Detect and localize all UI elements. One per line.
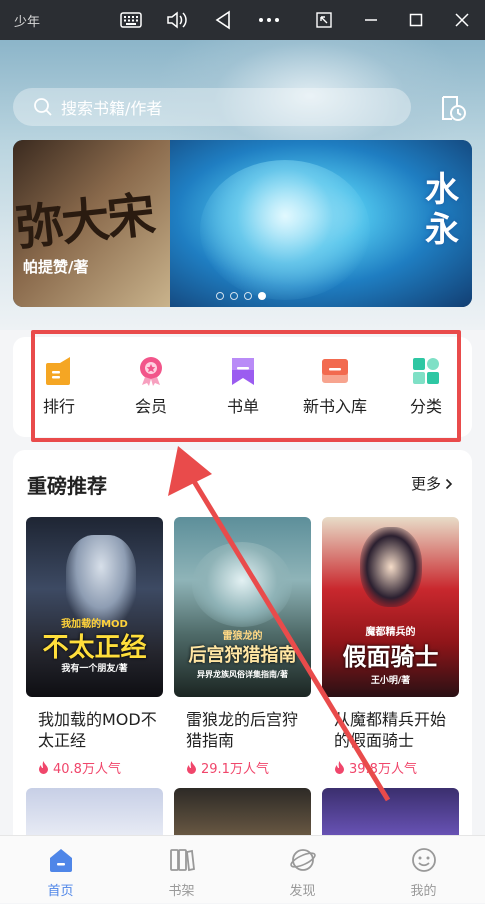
search-icon — [34, 98, 52, 116]
cover-title: 不太正经 — [42, 633, 147, 663]
nav-tab-home[interactable]: 首页 — [0, 836, 121, 904]
flame-icon — [39, 761, 48, 774]
book-popularity: 40.8万人气 — [38, 758, 163, 777]
banner-slide-right[interactable]: 水永 — [170, 140, 472, 307]
window-title-bar: 少年 — [0, 0, 485, 40]
carousel-dot[interactable] — [216, 292, 224, 300]
nav-tab-bookshelf[interactable]: 书架 — [121, 836, 242, 904]
close-icon[interactable] — [450, 8, 474, 32]
book-cover-partial[interactable] — [174, 788, 311, 838]
book-cover-partial[interactable] — [26, 788, 163, 838]
nav-tab-profile[interactable]: 我的 — [363, 836, 484, 904]
carousel-dot-active[interactable] — [258, 292, 266, 300]
cover-title: 后宫狩猎指南 — [188, 645, 297, 666]
back-icon[interactable] — [211, 8, 235, 32]
app-name: 少年 — [14, 15, 41, 30]
carousel-dot[interactable] — [244, 292, 252, 300]
nav-label: 书架 — [168, 884, 195, 899]
bottom-navigation: 首页 书架 发现 我的 — [0, 835, 485, 903]
chevron-right-icon — [445, 478, 453, 489]
search-placeholder: 搜索书籍/作者 — [61, 99, 163, 118]
volume-icon[interactable] — [165, 8, 189, 32]
banner-left-title: 弥大宋 — [13, 186, 157, 258]
keyboard-icon[interactable] — [119, 8, 143, 32]
banner-dragon-art — [200, 160, 370, 300]
flame-icon — [187, 761, 196, 774]
book-cover-partial[interactable] — [322, 788, 459, 838]
cover-art — [192, 542, 292, 627]
book-card[interactable]: 我加载的MOD 不太正经 我有一个朋友/著 我加载的MOD不太正经 40.8万人… — [26, 517, 163, 777]
home-icon — [49, 849, 72, 872]
cover-art — [360, 527, 422, 607]
popout-icon[interactable] — [312, 8, 336, 32]
cover-author: 我有一个朋友/著 — [61, 664, 128, 674]
book-title[interactable]: 我加载的MOD不太正经 — [38, 709, 158, 751]
nav-label: 发现 — [289, 884, 316, 899]
nav-label: 首页 — [47, 884, 74, 899]
book-card[interactable]: 雷狼龙的 后宫狩猎指南 异界龙族风俗详集指南/著 雷狼龙的后宫狩猎指南 29.1… — [174, 517, 311, 777]
minimize-icon[interactable] — [359, 8, 383, 32]
hero-header: 搜索书籍/作者 弥大宋 帕提赞/著 水永 — [0, 40, 485, 330]
book-popularity: 39.8万人气 — [334, 758, 459, 777]
more-link[interactable]: 更多 — [411, 473, 453, 494]
popularity-value: 39.8万人气 — [349, 762, 417, 777]
more-icon[interactable] — [257, 8, 281, 32]
book-cover[interactable]: 我加载的MOD 不太正经 我有一个朋友/著 — [26, 517, 163, 697]
section-title: 重磅推荐 — [27, 474, 107, 498]
reading-history-button[interactable] — [436, 92, 468, 124]
history-icon — [442, 96, 466, 121]
annotation-highlight-box — [31, 330, 461, 442]
profile-icon — [411, 848, 436, 872]
cover-author: 王小明/著 — [370, 676, 411, 686]
flame-icon — [335, 761, 344, 774]
carousel-dot[interactable] — [230, 292, 238, 300]
cover-art — [66, 535, 136, 625]
popularity-value: 29.1万人气 — [201, 762, 269, 777]
maximize-icon[interactable] — [404, 8, 428, 32]
cover-subtitle: 雷狼龙的 — [222, 631, 263, 642]
book-cover[interactable]: 雷狼龙的 后宫狩猎指南 异界龙族风俗详集指南/著 — [174, 517, 311, 697]
banner-carousel[interactable]: 弥大宋 帕提赞/著 水永 — [13, 140, 472, 307]
book-title[interactable]: 雷狼龙的后宫狩猎指南 — [186, 709, 306, 751]
bookshelf-icon — [169, 849, 195, 872]
banner-left-author: 帕提赞/著 — [23, 258, 89, 276]
book-title[interactable]: 从魔都精兵开始的假面骑士 — [334, 709, 454, 751]
popularity-value: 40.8万人气 — [53, 762, 121, 777]
banner-slide-left[interactable]: 弥大宋 帕提赞/著 — [13, 140, 170, 307]
book-card[interactable]: 魔都精兵的 假面骑士 王小明/著 从魔都精兵开始的假面骑士 39.8万人气 — [322, 517, 459, 777]
book-popularity: 29.1万人气 — [186, 758, 311, 777]
cover-subtitle: 魔都精兵的 — [365, 627, 416, 638]
search-input[interactable]: 搜索书籍/作者 — [13, 88, 411, 126]
carousel-indicator — [216, 292, 266, 300]
banner-right-text: 水永 — [425, 170, 459, 250]
nav-label: 我的 — [410, 884, 437, 899]
cover-title: 假面骑士 — [342, 643, 439, 671]
book-cover[interactable]: 魔都精兵的 假面骑士 王小明/著 — [322, 517, 459, 697]
more-label: 更多 — [411, 475, 442, 493]
discover-icon — [289, 849, 316, 871]
nav-tab-discover[interactable]: 发现 — [242, 836, 363, 904]
cover-author: 异界龙族风俗详集指南/著 — [197, 670, 288, 679]
